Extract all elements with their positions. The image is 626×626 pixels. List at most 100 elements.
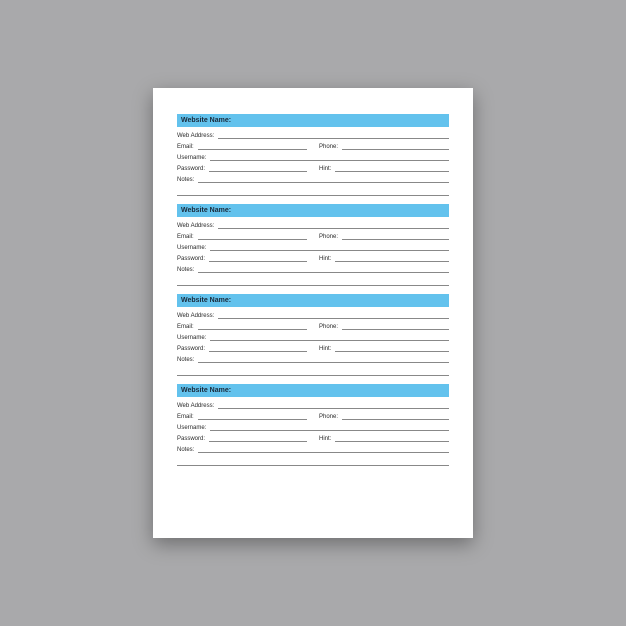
username-field: Username: [177, 335, 449, 341]
fill-line [198, 177, 449, 183]
fill-line [177, 278, 449, 286]
fill-line [177, 368, 449, 376]
notes-label: Notes: [177, 267, 198, 273]
fill-line [198, 324, 307, 330]
phone-field: Phone: [319, 234, 449, 240]
fill-line [209, 436, 307, 442]
fill-line [177, 188, 449, 196]
phone-label: Phone: [319, 414, 342, 420]
web-address-label: Web Address: [177, 223, 218, 229]
fill-line [218, 223, 449, 229]
email-field: Email: [177, 234, 307, 240]
username-label: Username: [177, 245, 210, 251]
email-field: Email: [177, 144, 307, 150]
hint-field: Hint: [319, 166, 449, 172]
email-label: Email: [177, 144, 198, 150]
username-label: Username: [177, 155, 210, 161]
phone-field: Phone: [319, 144, 449, 150]
notes-label: Notes: [177, 177, 198, 183]
password-label: Password: [177, 166, 209, 172]
fill-line [218, 403, 449, 409]
web-address-field: Web Address: [177, 403, 449, 409]
fill-line [210, 425, 449, 431]
email-label: Email: [177, 234, 198, 240]
entry-header: Website Name: [177, 204, 449, 217]
website-name-label: Website Name: [181, 297, 231, 304]
phone-label: Phone: [319, 234, 342, 240]
fill-line [342, 414, 449, 420]
hint-field: Hint: [319, 346, 449, 352]
phone-field: Phone: [319, 324, 449, 330]
fill-line [210, 245, 449, 251]
fill-line [210, 155, 449, 161]
entry-block: Website Name: Web Address: Email: Phone:… [177, 204, 449, 286]
fill-line [209, 166, 307, 172]
notes-field: Notes: [177, 357, 449, 363]
entry-block: Website Name: Web Address: Email: Phone:… [177, 384, 449, 466]
hint-label: Hint: [319, 256, 335, 262]
email-field: Email: [177, 414, 307, 420]
password-field: Password: [177, 166, 307, 172]
fill-line [210, 335, 449, 341]
password-field: Password: [177, 436, 307, 442]
web-address-label: Web Address: [177, 403, 218, 409]
fill-line [342, 234, 449, 240]
password-field: Password: [177, 346, 307, 352]
notes-label: Notes: [177, 447, 198, 453]
web-address-field: Web Address: [177, 313, 449, 319]
notes-field: Notes: [177, 447, 449, 453]
phone-field: Phone: [319, 414, 449, 420]
password-label: Password: [177, 256, 209, 262]
notes-field: Notes: [177, 267, 449, 273]
password-log-page: Website Name: Web Address: Email: Phone:… [153, 88, 473, 538]
fill-line [335, 436, 449, 442]
fill-line [198, 144, 307, 150]
fill-line [198, 357, 449, 363]
fill-line [209, 346, 307, 352]
notes-field: Notes: [177, 177, 449, 183]
hint-field: Hint: [319, 256, 449, 262]
website-name-label: Website Name: [181, 387, 231, 394]
hint-field: Hint: [319, 436, 449, 442]
password-field: Password: [177, 256, 307, 262]
fill-line [198, 267, 449, 273]
fill-line [218, 133, 449, 139]
fill-line [198, 234, 307, 240]
entry-header: Website Name: [177, 114, 449, 127]
username-field: Username: [177, 425, 449, 431]
website-name-label: Website Name: [181, 117, 231, 124]
hint-label: Hint: [319, 436, 335, 442]
fill-line [198, 414, 307, 420]
hint-label: Hint: [319, 346, 335, 352]
entry-block: Website Name: Web Address: Email: Phone:… [177, 294, 449, 376]
fill-line [335, 166, 449, 172]
username-field: Username: [177, 155, 449, 161]
fill-line [335, 256, 449, 262]
phone-label: Phone: [319, 144, 342, 150]
fill-line [335, 346, 449, 352]
fill-line [342, 324, 449, 330]
password-label: Password: [177, 346, 209, 352]
hint-label: Hint: [319, 166, 335, 172]
web-address-field: Web Address: [177, 223, 449, 229]
web-address-label: Web Address: [177, 133, 218, 139]
fill-line [209, 256, 307, 262]
username-label: Username: [177, 335, 210, 341]
entry-header: Website Name: [177, 294, 449, 307]
website-name-label: Website Name: [181, 207, 231, 214]
entry-header: Website Name: [177, 384, 449, 397]
password-label: Password: [177, 436, 209, 442]
fill-line [198, 447, 449, 453]
username-field: Username: [177, 245, 449, 251]
web-address-field: Web Address: [177, 133, 449, 139]
notes-label: Notes: [177, 357, 198, 363]
email-label: Email: [177, 414, 198, 420]
fill-line [177, 458, 449, 466]
fill-line [342, 144, 449, 150]
fill-line [218, 313, 449, 319]
username-label: Username: [177, 425, 210, 431]
web-address-label: Web Address: [177, 313, 218, 319]
phone-label: Phone: [319, 324, 342, 330]
email-label: Email: [177, 324, 198, 330]
entry-block: Website Name: Web Address: Email: Phone:… [177, 114, 449, 196]
